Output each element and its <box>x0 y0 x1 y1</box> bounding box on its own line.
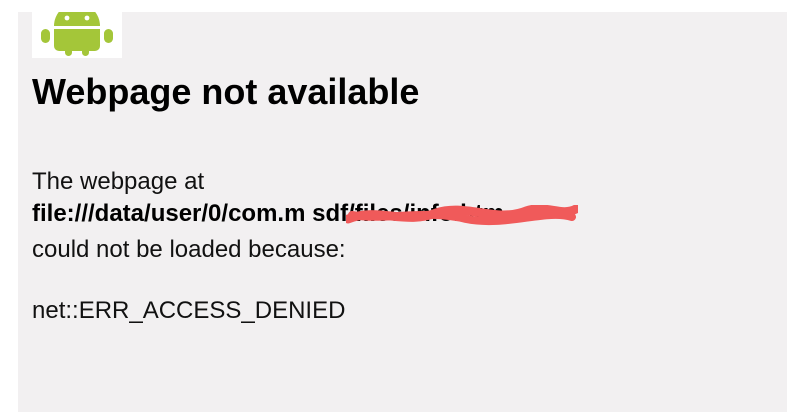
redaction-scribble <box>346 205 578 226</box>
intro-text: The webpage at <box>32 168 205 195</box>
page-title: Webpage not available <box>32 71 420 112</box>
screen: Webpage not available The webpage at fil… <box>0 0 805 412</box>
error-code: net::ERR_ACCESS_DENIED <box>32 297 346 324</box>
reason-prefix: could not be loaded because: <box>32 236 346 263</box>
android-robot-icon <box>32 12 122 58</box>
error-page: Webpage not available The webpage at fil… <box>18 12 787 412</box>
